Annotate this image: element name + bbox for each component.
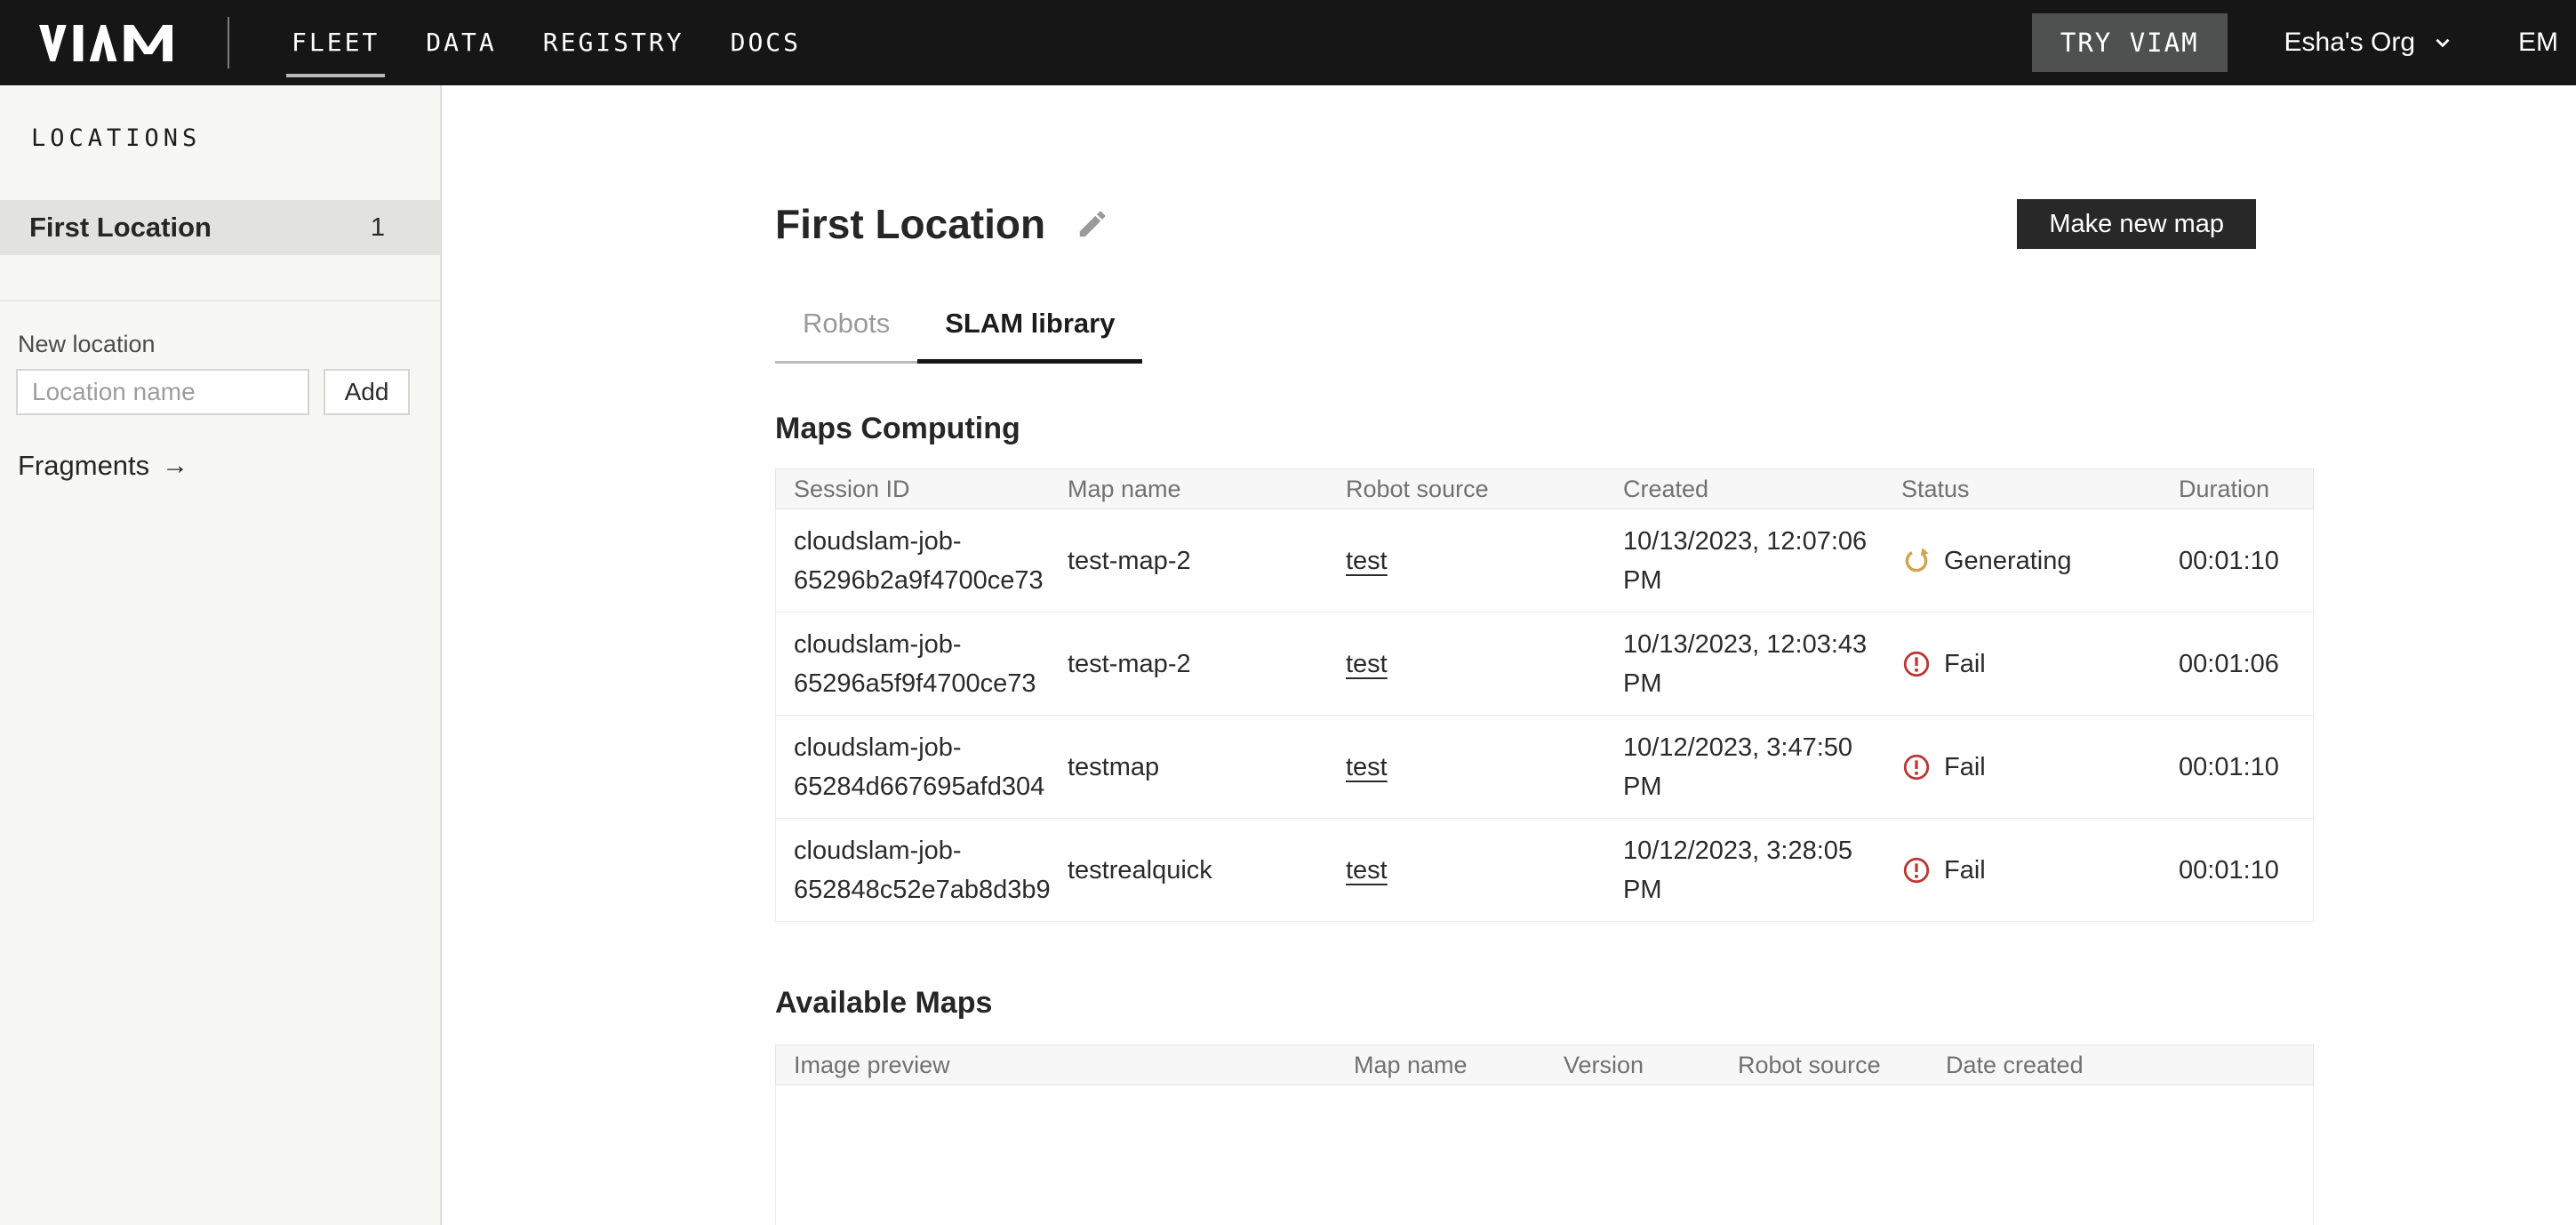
robot-source-cell: test: [1328, 716, 1605, 818]
col-header-robot-source: Robot source: [1720, 1045, 1928, 1085]
add-location-button[interactable]: Add: [324, 369, 410, 415]
robot-source-cell: test: [1328, 819, 1605, 921]
generating-status-icon: [1901, 546, 1932, 576]
robot-source-link[interactable]: test: [1346, 748, 1388, 787]
org-switcher[interactable]: Esha's Org: [2284, 28, 2454, 58]
nav-item-fleet[interactable]: FLEET: [292, 28, 380, 58]
robot-source-link[interactable]: test: [1346, 851, 1388, 890]
robot-source-cell: test: [1328, 509, 1605, 612]
table-row: cloudslam-job-65284d667695afd304 testmap…: [775, 716, 2314, 819]
title-wrap: First Location: [775, 202, 1109, 246]
sidebar-divider: [0, 300, 440, 301]
make-new-map-button[interactable]: Make new map: [2017, 199, 2256, 249]
try-viam-button[interactable]: TRY VIAM: [2032, 13, 2228, 72]
map-name-cell: testrealquick: [1050, 819, 1328, 921]
status-label: Fail: [1944, 748, 1986, 787]
tab-bar: Robots SLAM library: [775, 308, 2315, 364]
fragments-link[interactable]: Fragments →: [18, 451, 440, 481]
duration-cell: 00:01:10: [2161, 509, 2315, 612]
session-id-cell: cloudslam-job-65296b2a9f4700ce73: [776, 509, 1050, 612]
user-avatar-initials[interactable]: EM: [2518, 28, 2558, 58]
col-header-status: Status: [1884, 469, 2161, 508]
new-location-label: New location: [18, 332, 440, 356]
created-cell: 10/12/2023, 3:28:05 PM: [1605, 819, 1884, 921]
status-cell: Generating: [1884, 509, 2161, 612]
maps-computing-heading: Maps Computing: [775, 412, 2315, 445]
maps-computing-table: Session ID Map name Robot source Created…: [775, 468, 2314, 922]
nav-menu: FLEET DATA REGISTRY DOCS: [292, 28, 801, 58]
location-robot-count: 1: [371, 213, 385, 243]
location-name: First Location: [29, 212, 212, 244]
nav-divider: [228, 17, 229, 68]
tab-slam-library[interactable]: SLAM library: [917, 308, 1142, 364]
map-name-cell: testmap: [1050, 716, 1328, 818]
viam-logo-icon: [39, 25, 172, 61]
maps-computing-table-header: Session ID Map name Robot source Created…: [775, 468, 2314, 509]
nav-item-data[interactable]: DATA: [426, 28, 496, 58]
map-name-cell: test-map-2: [1050, 509, 1328, 612]
new-location-form: Add: [16, 369, 440, 415]
map-name-cell: test-map-2: [1050, 612, 1328, 715]
status-cell: Fail: [1884, 716, 2161, 818]
session-id-cell: cloudslam-job-65284d667695afd304: [776, 716, 1050, 818]
col-header-created: Created: [1605, 469, 1884, 508]
fail-status-icon: [1901, 855, 1932, 885]
arrow-right-icon: →: [162, 451, 188, 481]
robot-source-link[interactable]: test: [1346, 645, 1388, 684]
table-row: cloudslam-job-65296b2a9f4700ce73 test-ma…: [775, 509, 2314, 612]
col-header-map-name: Map name: [1050, 469, 1328, 508]
fragments-label: Fragments: [18, 451, 149, 481]
status-cell: Fail: [1884, 819, 2161, 921]
nav-item-docs[interactable]: DOCS: [731, 28, 801, 58]
duration-cell: 00:01:10: [2161, 819, 2315, 921]
top-nav: FLEET DATA REGISTRY DOCS TRY VIAM Esha's…: [0, 0, 2576, 85]
col-header-date-created: Date created: [1928, 1045, 2315, 1085]
status-label: Generating: [1944, 541, 2072, 580]
viam-logo[interactable]: [39, 25, 172, 61]
duration-cell: 00:01:06: [2161, 612, 2315, 715]
available-maps-table-header: Image preview Map name Version Robot sou…: [775, 1045, 2314, 1085]
nav-item-registry[interactable]: REGISTRY: [543, 28, 684, 58]
session-id-cell: cloudslam-job-65296a5f9f4700ce73: [776, 612, 1050, 715]
page-header: First Location Make new map: [775, 199, 2315, 249]
locations-sidebar: LOCATIONS First Location 1 New location …: [0, 85, 442, 1225]
page-title: First Location: [775, 202, 1045, 246]
robot-source-link[interactable]: test: [1346, 541, 1388, 580]
chevron-down-icon: [2431, 31, 2454, 54]
duration-cell: 00:01:10: [2161, 716, 2315, 818]
col-header-duration: Duration: [2161, 469, 2315, 508]
created-cell: 10/13/2023, 12:07:06 PM: [1605, 509, 1884, 612]
available-maps-empty-body: [775, 1085, 2314, 1225]
available-maps-heading: Available Maps: [775, 986, 2315, 1020]
location-name-input[interactable]: [16, 369, 309, 415]
org-name: Esha's Org: [2284, 28, 2415, 58]
main-content: First Location Make new map Robots SLAM …: [442, 85, 2576, 1225]
fail-status-icon: [1901, 752, 1932, 782]
status-label: Fail: [1944, 851, 1986, 890]
col-header-map-name: Map name: [1336, 1045, 1546, 1085]
created-cell: 10/13/2023, 12:03:43 PM: [1605, 612, 1884, 715]
fail-status-icon: [1901, 649, 1932, 679]
locations-heading: LOCATIONS: [31, 124, 440, 153]
col-header-session-id: Session ID: [776, 469, 1050, 508]
available-maps-table: Image preview Map name Version Robot sou…: [775, 1045, 2314, 1225]
viam-app: FLEET DATA REGISTRY DOCS TRY VIAM Esha's…: [0, 0, 2576, 1225]
table-row: cloudslam-job-65296a5f9f4700ce73 test-ma…: [775, 612, 2314, 716]
created-cell: 10/12/2023, 3:47:50 PM: [1605, 716, 1884, 818]
col-header-robot-source: Robot source: [1328, 469, 1605, 508]
status-label: Fail: [1944, 645, 1986, 684]
status-cell: Fail: [1884, 612, 2161, 715]
col-header-version: Version: [1546, 1045, 1720, 1085]
session-id-cell: cloudslam-job-652848c52e7ab8d3b9: [776, 819, 1050, 921]
robot-source-cell: test: [1328, 612, 1605, 715]
table-row: cloudslam-job-652848c52e7ab8d3b9 testrea…: [775, 819, 2314, 922]
col-header-image-preview: Image preview: [776, 1045, 1336, 1085]
tab-robots[interactable]: Robots: [775, 308, 917, 364]
edit-pencil-icon[interactable]: [1076, 207, 1109, 241]
sidebar-item-first-location[interactable]: First Location 1: [0, 200, 440, 255]
